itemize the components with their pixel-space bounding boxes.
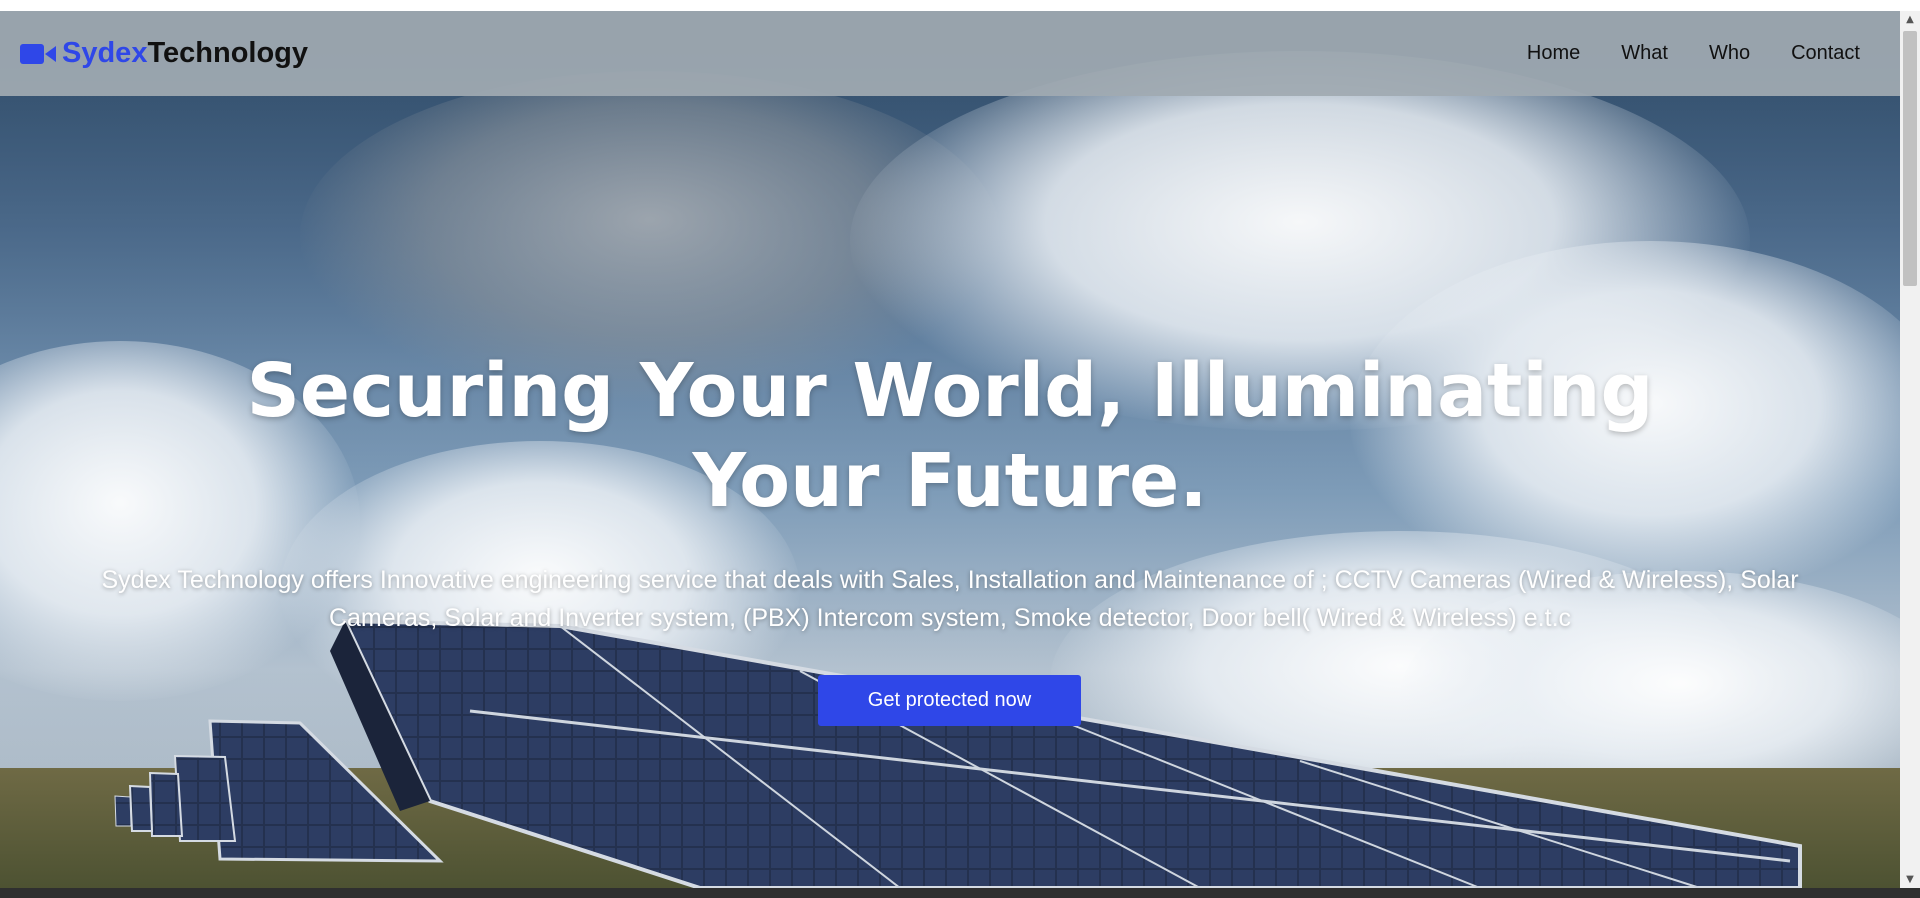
nav-what-link[interactable]: What: [1621, 42, 1668, 65]
scroll-up-arrow-icon[interactable]: ▲: [1900, 11, 1920, 28]
nav-contact-link[interactable]: Contact: [1791, 42, 1860, 65]
scroll-down-arrow-icon[interactable]: ▼: [1900, 871, 1920, 888]
get-protected-button[interactable]: Get protected now: [818, 675, 1081, 726]
video-camera-icon: [20, 43, 56, 64]
nav-links: Home What Who Contact: [1486, 42, 1860, 65]
nav-who-link[interactable]: Who: [1709, 42, 1750, 65]
page-scrollbar[interactable]: ▲ ▼: [1900, 11, 1920, 888]
hero-description: Sydex Technology offers Innovative engin…: [101, 566, 1799, 632]
browser-top-strip: [0, 0, 1920, 11]
taskbar-strip: [0, 888, 1920, 898]
brand-name-part-1: Sydex: [62, 37, 148, 69]
nav-home-link[interactable]: Home: [1527, 42, 1580, 65]
top-navbar: Sydex Technology Home What Who Contact: [0, 11, 1900, 96]
page-viewport: Sydex Technology Home What Who Contact Se…: [0, 11, 1900, 888]
brand-name-part-2: Technology: [147, 37, 309, 69]
scrollbar-thumb[interactable]: [1903, 31, 1917, 286]
hero-section: Securing Your World, Illuminating Your F…: [0, 96, 1900, 888]
hero-headline: Securing Your World, Illuminating Your F…: [246, 348, 1654, 524]
brand-logo[interactable]: Sydex Technology: [20, 37, 308, 70]
